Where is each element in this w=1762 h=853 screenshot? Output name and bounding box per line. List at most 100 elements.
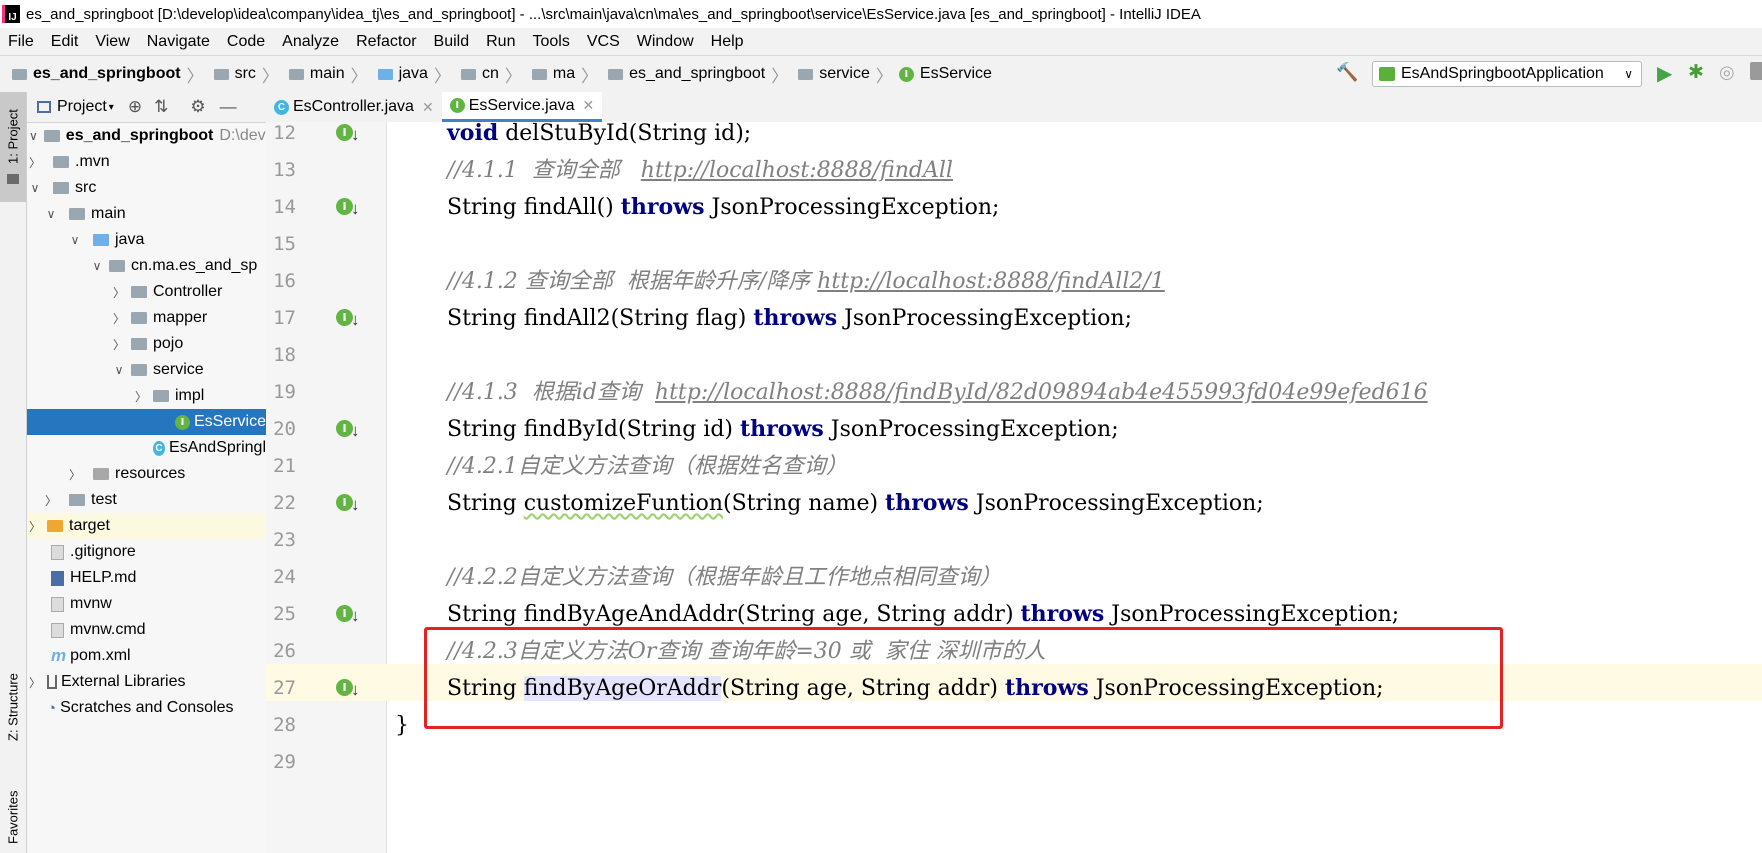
- tool-tab-favorites[interactable]: Favorites: [0, 782, 26, 852]
- breadcrumb-cn[interactable]: cn: [457, 56, 499, 92]
- tool-tab-structure[interactable]: Z: Structure: [0, 662, 26, 752]
- close-icon[interactable]: ✕: [583, 97, 595, 114]
- minimize-icon[interactable]: —: [220, 97, 237, 117]
- folder-icon: [377, 68, 393, 80]
- menu-refactor[interactable]: Refactor: [348, 33, 425, 51]
- chevron-down-icon: ∨: [30, 181, 40, 195]
- comment-link[interactable]: http://localhost:8888/findById/82d09894a…: [655, 380, 1428, 405]
- stop-icon[interactable]: [1750, 62, 1762, 80]
- breadcrumb-es-and-springboot[interactable]: es_and_springboot: [604, 56, 765, 92]
- folder-icon: [213, 68, 229, 80]
- tree-item-main[interactable]: ∨ main: [27, 201, 266, 227]
- tree-item-mapper[interactable]: 〉 mapper: [27, 305, 266, 331]
- tree-item-pojo[interactable]: 〉 pojo: [27, 331, 266, 357]
- comment-link[interactable]: http://localhost:8888/findAll2/1: [817, 269, 1165, 294]
- implemented-method-icon[interactable]: I ↓: [336, 494, 360, 514]
- run-icon[interactable]: ▶: [1657, 61, 1672, 86]
- chevron-down-icon: ∨: [92, 259, 102, 273]
- breadcrumb-esservice[interactable]: I EsService: [898, 56, 992, 92]
- tree-item-java[interactable]: ∨ java: [27, 227, 266, 253]
- tree-item-external-libraries[interactable]: 〉 External Libraries: [27, 669, 266, 695]
- package-icon: [131, 338, 147, 350]
- implemented-method-icon[interactable]: I ↓: [336, 124, 360, 144]
- line-number: 25: [273, 603, 296, 625]
- debug-icon[interactable]: ✱: [1688, 61, 1704, 84]
- build-hammer-icon[interactable]: 🔨: [1336, 62, 1358, 83]
- menu-view[interactable]: View: [87, 33, 138, 51]
- intellij-logo-icon: IJ: [2, 5, 20, 23]
- comment-link[interactable]: http://localhost:8888/findAll: [641, 158, 953, 183]
- tree-item-mvnw[interactable]: mvnw: [27, 591, 266, 617]
- code-line-12: void delStuById(String id);: [447, 120, 752, 146]
- breadcrumb-main[interactable]: main: [285, 56, 345, 92]
- menu-edit[interactable]: Edit: [43, 33, 88, 51]
- breadcrumb-java[interactable]: java: [374, 56, 428, 92]
- breadcrumb-service[interactable]: service: [794, 56, 870, 92]
- module-folder-icon: [43, 130, 60, 142]
- menu-run[interactable]: Run: [478, 33, 524, 51]
- breadcrumb-src[interactable]: src: [210, 56, 256, 92]
- file-icon: [51, 544, 64, 560]
- implemented-method-icon[interactable]: I ↓: [336, 420, 360, 440]
- breadcrumb-ma[interactable]: ma: [528, 56, 575, 92]
- line-number: 12: [273, 122, 296, 144]
- implemented-method-icon[interactable]: I ↓: [336, 309, 360, 329]
- project-panel-header: Project ▾ ⊕ ⇅ ⚙ —: [27, 92, 266, 123]
- menu-file[interactable]: File: [0, 33, 43, 51]
- folder-icon: [798, 68, 814, 80]
- line-number: 20: [273, 418, 296, 440]
- breadcrumb-separator: 〉: [186, 66, 204, 86]
- tree-item-package[interactable]: ∨ cn.ma.es_and_sp: [27, 253, 266, 279]
- menu-tools[interactable]: Tools: [524, 33, 578, 51]
- implemented-method-icon[interactable]: I ↓: [336, 198, 360, 218]
- menu-bar: File Edit View Navigate Code Analyze Ref…: [0, 28, 1762, 55]
- tree-item-src[interactable]: ∨ src: [27, 175, 266, 201]
- implemented-method-icon[interactable]: I ↓: [336, 605, 360, 625]
- locate-icon[interactable]: ⊕: [128, 97, 142, 117]
- tree-item-service[interactable]: ∨ service: [27, 357, 266, 383]
- project-view-selector[interactable]: Project: [57, 98, 107, 116]
- package-icon: [131, 312, 147, 324]
- tree-item-esservice[interactable]: I EsService: [27, 409, 266, 435]
- tool-tab-project[interactable]: 1: Project: [0, 102, 26, 172]
- chevron-down-icon: ∨: [29, 129, 38, 143]
- menu-code[interactable]: Code: [219, 33, 274, 51]
- class-icon: C: [274, 99, 289, 115]
- tree-item-pom-xml[interactable]: m pom.xml: [27, 643, 266, 669]
- run-configuration-selector[interactable]: EsAndSpringbootApplication ∨: [1372, 61, 1642, 87]
- tree-item-controller[interactable]: 〉 Controller: [27, 279, 266, 305]
- tree-item-mvn[interactable]: 〉 .mvn: [27, 149, 266, 175]
- tree-item-esandspringbootapplication[interactable]: C EsAndSpringl: [27, 435, 266, 461]
- folder-icon: [69, 494, 85, 506]
- menu-vcs[interactable]: VCS: [579, 33, 629, 51]
- chevron-down-icon[interactable]: ▾: [109, 102, 114, 113]
- implemented-method-icon[interactable]: I ↓: [336, 679, 360, 699]
- chevron-down-icon: ∨: [114, 363, 124, 377]
- folder-icon: [608, 68, 624, 80]
- line-number: 17: [273, 307, 296, 329]
- gear-icon[interactable]: ⚙: [190, 97, 205, 117]
- package-icon: [153, 390, 169, 402]
- project-view-icon: [37, 101, 51, 113]
- menu-analyze[interactable]: Analyze: [274, 33, 348, 51]
- close-icon[interactable]: ✕: [422, 99, 434, 116]
- chevron-down-icon: ∨: [1624, 67, 1633, 81]
- collapse-all-icon[interactable]: ⇅: [154, 97, 168, 117]
- menu-navigate[interactable]: Navigate: [139, 33, 219, 51]
- breadcrumb-project[interactable]: es_and_springboot: [8, 56, 181, 92]
- tree-item-scratches[interactable]: ◔ Scratches and Consoles: [27, 695, 266, 721]
- tree-root[interactable]: ∨ es_and_springboot D:\develo: [27, 123, 266, 149]
- tree-item-resources[interactable]: 〉 resources: [27, 461, 266, 487]
- menu-build[interactable]: Build: [426, 33, 479, 51]
- tree-item-impl[interactable]: 〉 impl: [27, 383, 266, 409]
- tree-item-mvnw-cmd[interactable]: mvnw.cmd: [27, 617, 266, 643]
- code-line-28: }: [395, 713, 409, 738]
- tree-item-gitignore[interactable]: .gitignore: [27, 539, 266, 565]
- tree-item-test[interactable]: 〉 test: [27, 487, 266, 513]
- coverage-icon[interactable]: ◎: [1719, 62, 1735, 83]
- menu-window[interactable]: Window: [629, 33, 703, 51]
- tree-item-help-md[interactable]: HELP.md: [27, 565, 266, 591]
- menu-help[interactable]: Help: [703, 33, 753, 51]
- tree-item-target[interactable]: 〉 target: [27, 513, 266, 539]
- title-bar: IJ es_and_springboot [D:\develop\idea\co…: [0, 0, 1762, 28]
